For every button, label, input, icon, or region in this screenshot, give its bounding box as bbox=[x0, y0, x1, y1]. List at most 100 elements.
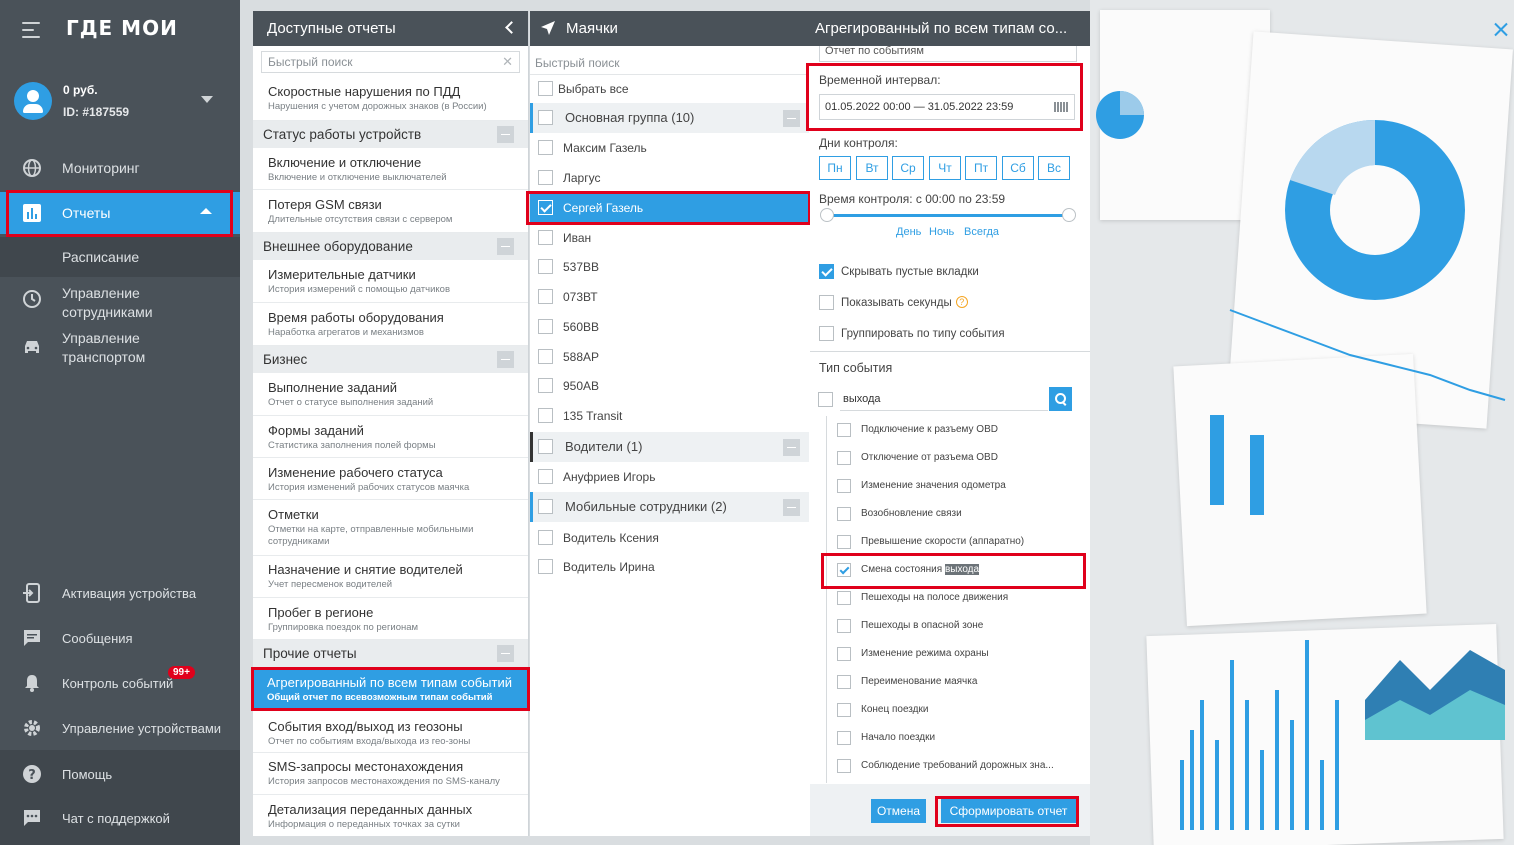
report-item[interactable]: Измерительные датчики История измерений … bbox=[253, 260, 528, 303]
day-button[interactable]: Пт bbox=[965, 156, 997, 180]
beacon-group[interactable]: Основная группа (10) bbox=[530, 103, 809, 133]
day-button[interactable]: Ср bbox=[892, 156, 924, 180]
checkbox[interactable] bbox=[538, 499, 553, 514]
collapse-icon[interactable] bbox=[497, 351, 514, 368]
report-item[interactable]: Выполнение заданий Отчет о статусе выпол… bbox=[253, 373, 528, 416]
nav-support-chat[interactable]: Чат с поддержкой bbox=[0, 808, 240, 832]
nav-transport[interactable]: Управление транспортом bbox=[0, 329, 240, 369]
event-select-all-checkbox[interactable] bbox=[818, 392, 833, 407]
clear-icon[interactable]: ✕ bbox=[502, 52, 513, 72]
event-item[interactable]: Подключение к разъему OBD bbox=[827, 416, 1088, 444]
report-item[interactable]: Изменение рабочего статуса История измен… bbox=[253, 458, 528, 500]
beacon-group[interactable]: Водители (1) bbox=[530, 432, 809, 462]
report-category[interactable]: Статус работы устройств bbox=[253, 121, 528, 148]
nav-device-management[interactable]: Управление устройствами bbox=[0, 718, 240, 742]
date-range-input[interactable]: 01.05.2022 00:00 — 31.05.2022 23:59 bbox=[819, 94, 1075, 120]
slider-handle[interactable] bbox=[1062, 208, 1076, 222]
report-item[interactable]: Время работы оборудования Наработка агре… bbox=[253, 303, 528, 346]
beacon-group[interactable]: Мобильные сотрудники (2) bbox=[530, 492, 809, 522]
checkbox[interactable] bbox=[837, 535, 851, 549]
report-type-field[interactable]: Отчет по событиям bbox=[819, 46, 1077, 62]
help-icon[interactable]: ? bbox=[955, 296, 968, 308]
option-hide-empty-tabs[interactable]: Скрывать пустые вкладки bbox=[819, 262, 1089, 282]
checkbox[interactable] bbox=[538, 230, 553, 245]
beacon-item[interactable]: 073ВТ bbox=[530, 282, 809, 312]
checkbox[interactable] bbox=[538, 319, 553, 334]
nav-event-control[interactable]: Контроль событий bbox=[0, 673, 240, 697]
checkbox[interactable] bbox=[538, 559, 553, 574]
checkbox[interactable] bbox=[538, 259, 553, 274]
nav-messages[interactable]: Сообщения bbox=[0, 628, 240, 652]
checkbox[interactable] bbox=[538, 81, 553, 96]
chevron-left-icon[interactable] bbox=[505, 21, 518, 34]
event-item[interactable]: Переименование маячка bbox=[827, 668, 1088, 696]
chevron-up-icon[interactable] bbox=[200, 208, 212, 214]
report-item[interactable]: Отметки Отметки на карте, отправленные м… bbox=[253, 500, 528, 556]
checkbox-checked[interactable] bbox=[819, 264, 834, 279]
beacon-item[interactable]: Ануфриев Игорь bbox=[530, 462, 809, 492]
collapse-icon[interactable] bbox=[783, 439, 800, 456]
generate-report-button[interactable]: Сформировать отчет bbox=[941, 799, 1076, 823]
calendar-icon[interactable] bbox=[1054, 102, 1068, 112]
checkbox[interactable] bbox=[538, 349, 553, 364]
checkbox[interactable] bbox=[837, 731, 851, 745]
checkbox[interactable] bbox=[538, 170, 553, 185]
checkbox[interactable] bbox=[837, 507, 851, 521]
nav-help[interactable]: ? Помощь bbox=[0, 764, 240, 788]
nav-schedule[interactable]: Расписание bbox=[0, 237, 240, 277]
checkbox-checked[interactable] bbox=[538, 200, 553, 215]
day-link[interactable]: День bbox=[896, 226, 921, 238]
beacon-item[interactable]: Максим Газель bbox=[530, 133, 809, 163]
event-item-selected[interactable]: Смена состояния выхода bbox=[827, 556, 1088, 584]
checkbox[interactable] bbox=[538, 408, 553, 423]
logo[interactable]: ГДЕ МОИ bbox=[66, 16, 178, 40]
checkbox[interactable] bbox=[538, 530, 553, 545]
day-button[interactable]: Вс bbox=[1038, 156, 1070, 180]
beacon-item[interactable]: 560ВВ bbox=[530, 312, 809, 342]
checkbox[interactable] bbox=[538, 289, 553, 304]
report-item[interactable]: События вход/выход из геозоны Отчет по с… bbox=[253, 711, 528, 753]
night-link[interactable]: Ночь bbox=[929, 226, 954, 238]
event-item[interactable]: Возобновление связи bbox=[827, 500, 1088, 528]
checkbox[interactable] bbox=[538, 439, 553, 454]
menu-toggle-icon[interactable] bbox=[22, 22, 42, 38]
checkbox[interactable] bbox=[837, 451, 851, 465]
checkbox[interactable] bbox=[819, 326, 834, 341]
select-all-row[interactable]: Выбрать все bbox=[530, 74, 809, 104]
report-item[interactable]: Формы заданий Статистика заполнения поле… bbox=[253, 416, 528, 458]
event-item[interactable]: Конец поездки bbox=[827, 696, 1088, 724]
checkbox[interactable] bbox=[538, 140, 553, 155]
collapse-icon[interactable] bbox=[783, 499, 800, 516]
report-category[interactable]: Прочие отчеты bbox=[253, 640, 528, 667]
option-group-by-type[interactable]: Группировать по типу события bbox=[819, 324, 1089, 344]
day-button[interactable]: Пн bbox=[819, 156, 851, 180]
checkbox[interactable] bbox=[837, 759, 851, 773]
slider-handle[interactable] bbox=[820, 208, 834, 222]
report-item[interactable]: Пробег в регионе Группировка поездок по … bbox=[253, 598, 528, 640]
event-item[interactable]: Изменение режима охраны bbox=[827, 640, 1088, 668]
time-slider[interactable] bbox=[827, 214, 1067, 217]
checkbox[interactable] bbox=[538, 378, 553, 393]
checkbox[interactable] bbox=[538, 469, 553, 484]
beacon-item[interactable]: 588АР bbox=[530, 342, 809, 372]
report-item[interactable]: Детализация переданных данных Информация… bbox=[253, 795, 528, 836]
collapse-icon[interactable] bbox=[497, 126, 514, 143]
checkbox-checked[interactable] bbox=[837, 563, 851, 577]
beacon-item[interactable]: 537ВВ bbox=[530, 252, 809, 282]
reports-search-input[interactable]: Быстрый поиск ✕ bbox=[261, 51, 520, 73]
event-item[interactable]: Соблюдение требований дорожных зна... bbox=[827, 752, 1088, 780]
event-item[interactable]: Начало поездки bbox=[827, 724, 1088, 752]
checkbox[interactable] bbox=[837, 647, 851, 661]
cancel-button[interactable]: Отмена bbox=[871, 799, 926, 823]
beacon-item[interactable]: 950АВ bbox=[530, 371, 809, 401]
event-item[interactable]: Пешеходы в опасной зоне bbox=[827, 612, 1088, 640]
option-show-seconds[interactable]: Показывать секунды? bbox=[819, 293, 1089, 313]
event-item[interactable]: Пешеходы на полосе движения bbox=[827, 584, 1088, 612]
report-category[interactable]: Бизнес bbox=[253, 346, 528, 373]
beacon-item[interactable]: Водитель Ирина bbox=[530, 552, 809, 582]
checkbox[interactable] bbox=[837, 619, 851, 633]
beacon-item[interactable]: Водитель Ксения bbox=[530, 523, 809, 553]
report-item[interactable]: Скоростные нарушения по ПДД Нарушения с … bbox=[253, 79, 528, 121]
collapse-icon[interactable] bbox=[497, 238, 514, 255]
checkbox[interactable] bbox=[837, 591, 851, 605]
